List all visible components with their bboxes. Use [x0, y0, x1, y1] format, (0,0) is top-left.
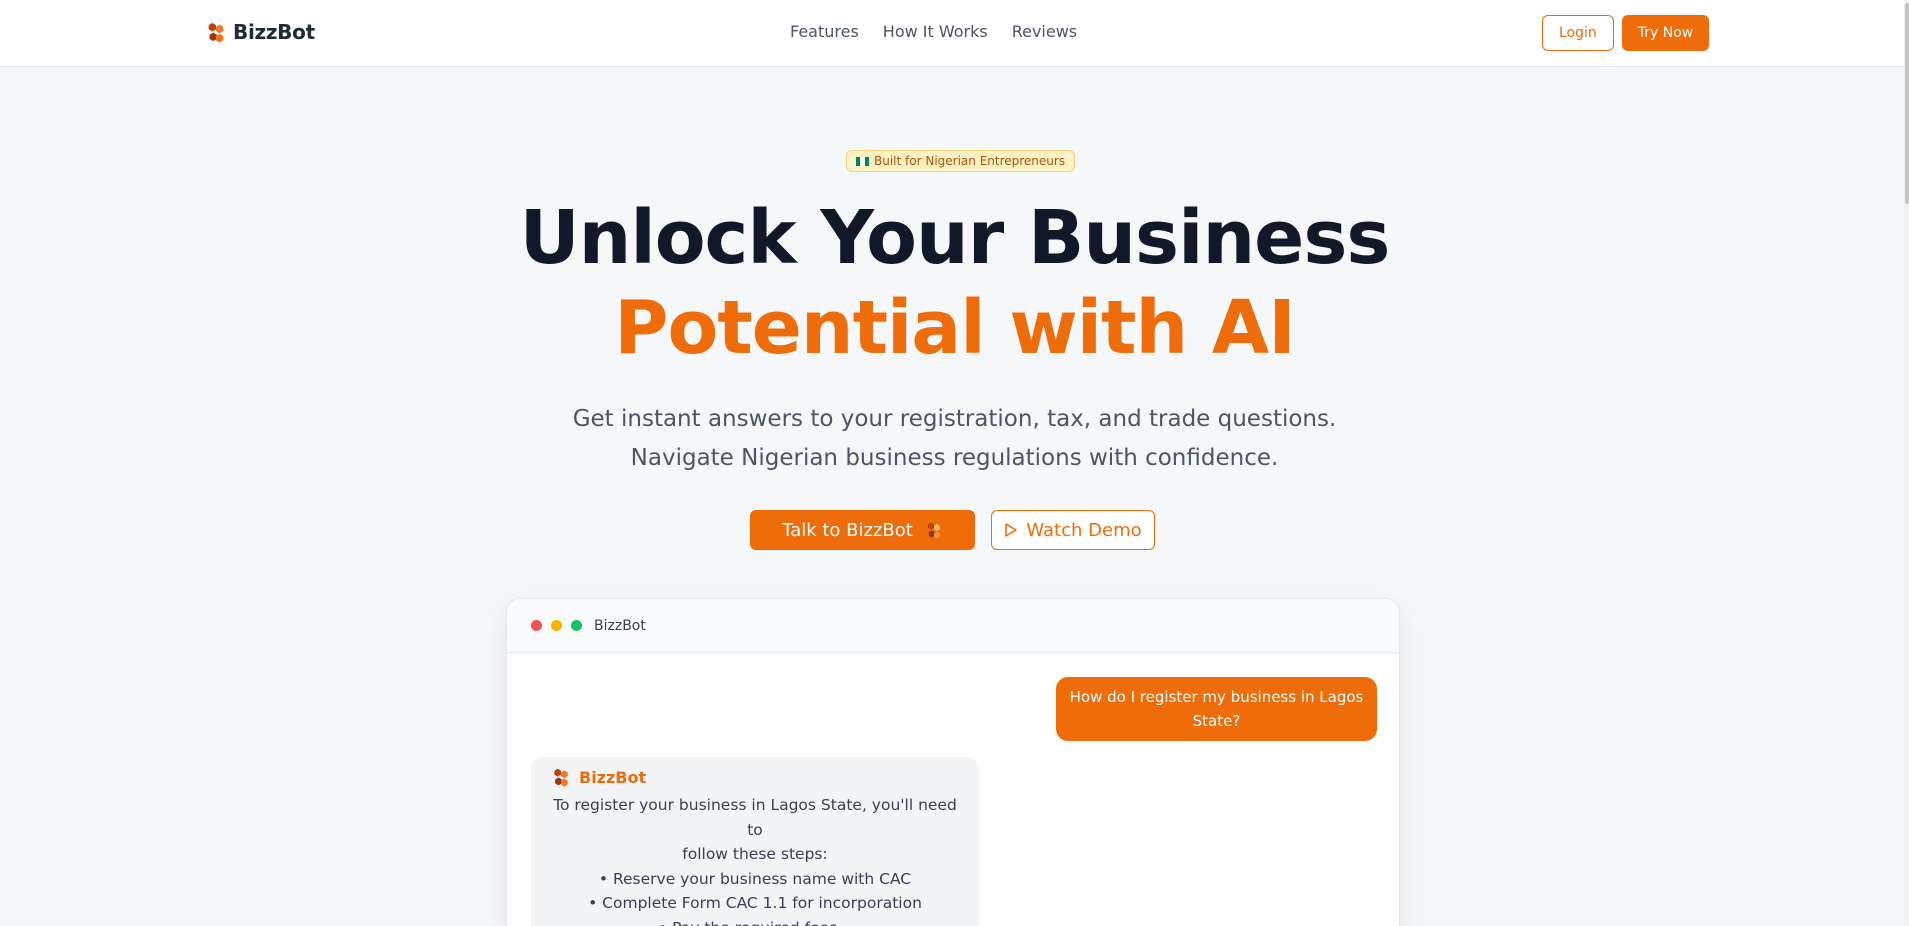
- bot-message-line: • Reserve your business name with CAC: [598, 869, 912, 888]
- login-button[interactable]: Login: [1542, 15, 1614, 51]
- window-close-dot: [531, 620, 542, 631]
- hexagon-cluster-icon: [927, 522, 940, 539]
- hero-badge: Built for Nigerian Entrepreneurs: [846, 150, 1076, 172]
- brand-name: BizzBot: [233, 20, 315, 44]
- hero-subtitle-line1: Get instant answers to your registration…: [572, 406, 1337, 432]
- nav-links: Features How It Works Reviews: [790, 22, 1077, 41]
- nav-link-features[interactable]: Features: [790, 22, 859, 41]
- scrollbar-thumb[interactable]: [1905, 3, 1909, 204]
- bot-message-text: To register your business in Lagos State…: [551, 793, 959, 926]
- bot-message-bubble: BizzBot To register your business in Lag…: [531, 757, 979, 926]
- chat-preview-window: BizzBot How do I register my business in…: [506, 598, 1400, 926]
- badge-text: Built for Nigerian Entrepreneurs: [874, 154, 1066, 168]
- hero-title-line2: Potential with AI: [614, 285, 1295, 371]
- nigeria-flag-icon: [856, 156, 869, 166]
- chat-window-header: BizzBot: [507, 599, 1399, 653]
- bot-message-header: BizzBot: [551, 767, 959, 787]
- logo[interactable]: BizzBot: [205, 20, 315, 44]
- hero-subtitle: Get instant answers to your registration…: [0, 400, 1909, 478]
- bot-message-line: • Complete Form CAC 1.1 for incorporatio…: [588, 894, 922, 912]
- play-icon: [1005, 523, 1018, 537]
- chat-window-title: BizzBot: [594, 617, 646, 634]
- bot-message-line: • Pay the required fees...: [551, 916, 959, 926]
- hexagon-cluster-icon: [554, 768, 568, 787]
- bot-name: BizzBot: [579, 767, 647, 787]
- talk-to-bizzbot-button[interactable]: Talk to BizzBot: [750, 510, 975, 550]
- talk-button-label: Talk to BizzBot: [782, 519, 913, 541]
- watch-demo-button[interactable]: Watch Demo: [991, 510, 1155, 550]
- cta-row: Talk to BizzBot Watch Demo: [750, 510, 1155, 550]
- nav-actions: Login Try Now: [1542, 15, 1710, 51]
- hexagon-cluster-icon: [208, 22, 224, 43]
- try-now-button[interactable]: Try Now: [1621, 15, 1710, 51]
- watch-demo-label: Watch Demo: [1026, 519, 1142, 541]
- hero-subtitle-line2: Navigate Nigerian business regulations w…: [630, 445, 1279, 471]
- bot-message-line: To register your business in Lagos State…: [553, 796, 957, 839]
- user-message-bubble: How do I register my business in Lagos S…: [1056, 677, 1377, 741]
- nav-link-how-it-works[interactable]: How It Works: [883, 22, 988, 41]
- window-minimize-dot: [551, 620, 562, 631]
- window-maximize-dot: [571, 620, 582, 631]
- bot-message-line: follow these steps:: [682, 845, 828, 863]
- navbar: BizzBot Features How It Works Reviews Lo…: [0, 0, 1909, 67]
- nav-link-reviews[interactable]: Reviews: [1012, 22, 1077, 41]
- hero-title-line1: Unlock Your Business: [519, 195, 1391, 281]
